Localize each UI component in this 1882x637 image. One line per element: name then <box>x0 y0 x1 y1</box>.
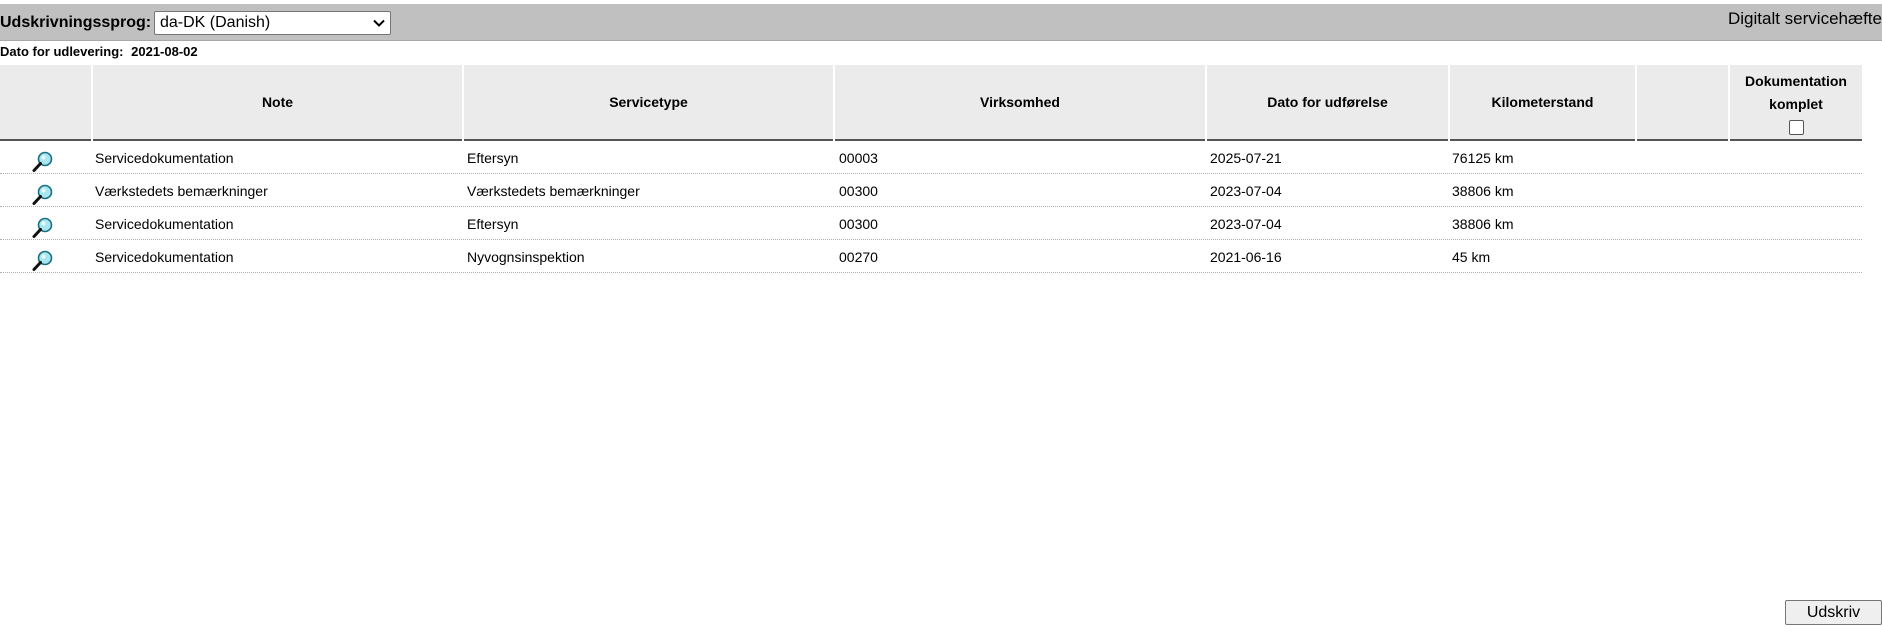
magnifier-icon[interactable] <box>31 150 55 174</box>
header-view <box>0 65 91 141</box>
header-dato: Dato for udførelse <box>1207 65 1448 141</box>
cell-virksomhed: 00300 <box>839 183 878 199</box>
cell-note: Servicedokumentation <box>95 216 234 232</box>
cell-km: 38806 km <box>1452 183 1514 199</box>
cell-servicetype: Værkstedets bemærkninger <box>467 183 640 199</box>
header-virksomhed: Virksomhed <box>835 65 1205 141</box>
table-row: Servicedokumentation Nyvognsinspektion 002… <box>0 240 1862 273</box>
cell-servicetype: Eftersyn <box>467 150 519 166</box>
cell-virksomhed: 00270 <box>839 249 878 265</box>
header-servicetype: Servicetype <box>464 65 833 141</box>
delivery-date-label: Dato for udlevering: <box>0 44 124 59</box>
cell-dato: 2023-07-04 <box>1210 183 1282 199</box>
cell-note: Servicedokumentation <box>95 249 234 265</box>
table-row: Værkstedets bemærkninger Værkstedets bemæ… <box>0 174 1862 207</box>
chevron-down-icon <box>373 19 385 27</box>
doc-complete-checkbox[interactable] <box>1788 119 1804 135</box>
table-row: Servicedokumentation Eftersyn 00003 2025-07… <box>0 141 1862 174</box>
header-km: Kilometerstand <box>1450 65 1635 141</box>
cell-servicetype: Nyvognsinspektion <box>467 249 585 265</box>
header-doc-line2: komplet <box>1769 95 1823 112</box>
print-button[interactable]: Udskriv <box>1785 600 1882 625</box>
magnifier-icon[interactable] <box>31 183 55 207</box>
language-label: Udskrivningssprog: <box>0 14 152 31</box>
cell-dato: 2021-06-16 <box>1210 249 1282 265</box>
cell-note: Servicedokumentation <box>95 150 234 166</box>
header-doc-complete: Dokumentation komplet <box>1730 65 1862 141</box>
language-select[interactable]: da-DK (Danish) <box>154 11 391 35</box>
cell-km: 76125 km <box>1452 150 1514 166</box>
cell-km: 45 km <box>1452 249 1491 265</box>
app-title: Digitalt servicehæfte <box>1727 9 1882 28</box>
delivery-date-value: 2021-08-02 <box>131 44 198 59</box>
cell-dato: 2025-07-21 <box>1210 150 1282 166</box>
cell-virksomhed: 00300 <box>839 216 878 232</box>
header-note: Note <box>93 65 462 141</box>
magnifier-icon[interactable] <box>31 249 55 273</box>
header-doc-line1: Dokumentation <box>1745 72 1847 89</box>
language-selected-value: da-DK (Danish) <box>160 14 271 31</box>
table-row: Servicedokumentation Eftersyn 00300 2023-07… <box>0 207 1862 240</box>
cell-note: Værkstedets bemærkninger <box>95 183 268 199</box>
delivery-date: Dato for udlevering: 2021-08-02 <box>0 44 198 59</box>
magnifier-icon[interactable] <box>31 216 55 240</box>
cell-dato: 2023-07-04 <box>1210 216 1282 232</box>
cell-virksomhed: 00003 <box>839 150 878 166</box>
cell-servicetype: Eftersyn <box>467 216 519 232</box>
header-extra <box>1637 65 1728 141</box>
cell-km: 38806 km <box>1452 216 1514 232</box>
toolbar: Udskrivningssprog: da-DK (Danish) Digita… <box>0 4 1882 41</box>
